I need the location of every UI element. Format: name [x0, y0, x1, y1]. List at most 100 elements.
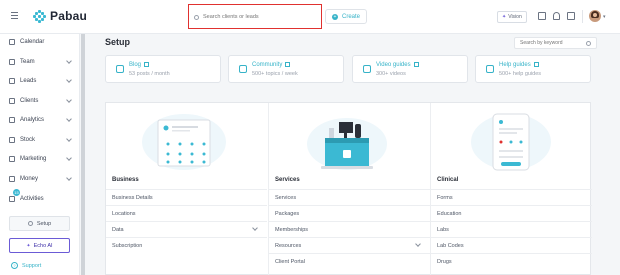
help-guides-card[interactable]: Help guides 500+ help guides	[475, 55, 591, 83]
help-icon	[486, 65, 494, 73]
help-guides-title: Help guides	[499, 62, 531, 69]
community-card[interactable]: Community 500+ topics / week	[228, 55, 344, 83]
blog-title: Blog	[129, 62, 142, 69]
gear-icon	[27, 221, 33, 226]
sidebar-item-leads[interactable]: Leads	[0, 74, 80, 88]
chevron-down-icon	[415, 241, 421, 247]
sidebar-scrollbar[interactable]	[81, 34, 85, 275]
client-search[interactable]	[194, 10, 316, 24]
setup-link-label: Memberships	[275, 227, 309, 233]
setup-link-memberships[interactable]: Memberships	[269, 221, 430, 237]
chevron-down-icon	[66, 116, 72, 122]
clipboard-icon[interactable]	[567, 12, 575, 20]
menu-icon[interactable]	[11, 12, 18, 19]
setup-button[interactable]: Setup	[9, 216, 70, 231]
setup-link-client-portal[interactable]: Client Portal	[269, 253, 430, 269]
sidebar-item-clients[interactable]: Clients	[0, 94, 80, 108]
create-button[interactable]: + Create	[325, 9, 368, 24]
section-title: Services	[275, 177, 300, 183]
setup-link-forms[interactable]: Forms	[431, 189, 592, 205]
blog-subtitle: 53 posts / month	[129, 71, 170, 77]
community-title: Community	[252, 62, 283, 69]
setup-link-label: Locations	[112, 211, 136, 217]
pabau-logo-icon	[33, 9, 46, 23]
activities-icon	[9, 196, 15, 202]
clients-icon	[9, 98, 15, 104]
sidebar-item-label: Stock	[20, 137, 36, 143]
sidebar-item-stock[interactable]: Stock	[0, 133, 80, 147]
logo-text: Pabau	[50, 9, 88, 23]
chevron-down-icon	[66, 175, 72, 181]
community-icon	[239, 65, 247, 73]
client-search-input[interactable]	[203, 14, 308, 20]
clinical-section: Clinical Forms Education Labs Lab Codes …	[430, 103, 592, 275]
keyword-search[interactable]	[514, 37, 597, 49]
setup-sections: Business Business Details Locations Data…	[105, 102, 592, 275]
clinical-illustration	[471, 113, 551, 171]
setup-link-locations[interactable]: Locations	[106, 205, 267, 221]
calendar-icon[interactable]	[538, 12, 546, 20]
video-guides-card[interactable]: Video guides 300+ videos	[352, 55, 468, 83]
community-subtitle: 500+ topics / week	[252, 71, 298, 77]
search-icon	[586, 41, 591, 46]
pencil-icon	[116, 65, 124, 73]
services-section: Services Services Packages Memberships R…	[268, 103, 430, 275]
chevron-down-icon[interactable]: ▾	[603, 14, 606, 20]
setup-link-label: Subscription	[112, 243, 143, 249]
setup-link-label: Labs	[437, 227, 449, 233]
business-section: Business Business Details Locations Data…	[106, 103, 268, 275]
section-title: Business	[112, 177, 139, 183]
setup-link-business-details[interactable]: Business Details	[106, 189, 267, 205]
leads-icon	[9, 78, 15, 84]
sidebar-item-label: Calendar	[20, 39, 45, 45]
sidebar-item-activities[interactable]: 15 Activities	[0, 189, 80, 206]
echo-ai-button[interactable]: ✦ Echo AI	[9, 238, 70, 253]
sidebar-item-calendar[interactable]: Calendar	[0, 35, 80, 49]
support-link[interactable]: ? Support	[11, 262, 41, 269]
help-guides-subtitle: 500+ help guides	[499, 71, 542, 77]
sidebar-item-label: Leads	[20, 78, 37, 84]
setup-link-lab-codes[interactable]: Lab Codes	[431, 237, 592, 253]
sidebar-item-team[interactable]: Team	[0, 55, 80, 69]
setup-link-packages[interactable]: Packages	[269, 205, 430, 221]
sidebar-item-label: Team	[20, 59, 35, 65]
vision-label: Vision	[508, 14, 522, 20]
top-bar: Pabau + Create ✦ Vision ▾	[0, 0, 620, 34]
divider	[582, 10, 583, 23]
avatar[interactable]	[589, 10, 601, 22]
vision-button[interactable]: ✦ Vision	[497, 11, 527, 23]
external-link-icon	[533, 62, 539, 67]
create-label: Create	[342, 13, 361, 20]
setup-link-education[interactable]: Education	[431, 205, 592, 221]
activities-count-badge: 15	[13, 189, 20, 196]
logo[interactable]: Pabau	[33, 9, 87, 23]
sidebar-item-label: Marketing	[20, 156, 47, 162]
setup-link-label: Education	[437, 211, 462, 217]
setup-link-resources[interactable]: Resources	[269, 237, 430, 253]
sparkle-icon: ✦	[26, 242, 31, 249]
external-link-icon	[285, 62, 291, 67]
team-icon	[9, 59, 15, 65]
calendar-icon	[9, 39, 15, 45]
setup-link-services[interactable]: Services	[269, 189, 430, 205]
setup-link-drugs[interactable]: Drugs	[431, 253, 592, 269]
setup-link-subscription[interactable]: Subscription	[106, 237, 267, 253]
help-icon: ?	[11, 262, 18, 269]
sidebar-item-money[interactable]: Money	[0, 172, 80, 186]
keyword-search-input[interactable]	[520, 40, 590, 46]
section-title: Clinical	[437, 177, 459, 183]
bell-icon[interactable]	[553, 12, 560, 20]
setup-link-label: Packages	[275, 211, 300, 217]
analytics-icon	[9, 117, 15, 123]
blog-card[interactable]: Blog 53 posts / month	[105, 55, 221, 83]
sidebar-item-marketing[interactable]: Marketing	[0, 152, 80, 166]
video-guides-title: Video guides	[376, 62, 411, 69]
setup-link-data[interactable]: Data	[106, 221, 267, 237]
setup-link-labs[interactable]: Labs	[431, 221, 592, 237]
sidebar-item-analytics[interactable]: Analytics	[0, 113, 80, 127]
page-title: Setup	[105, 37, 131, 47]
stock-icon	[9, 137, 15, 143]
sidebar-item-label: Clients	[20, 98, 39, 104]
setup-label: Setup	[36, 220, 52, 227]
setup-link-label: Business Details	[112, 195, 153, 201]
